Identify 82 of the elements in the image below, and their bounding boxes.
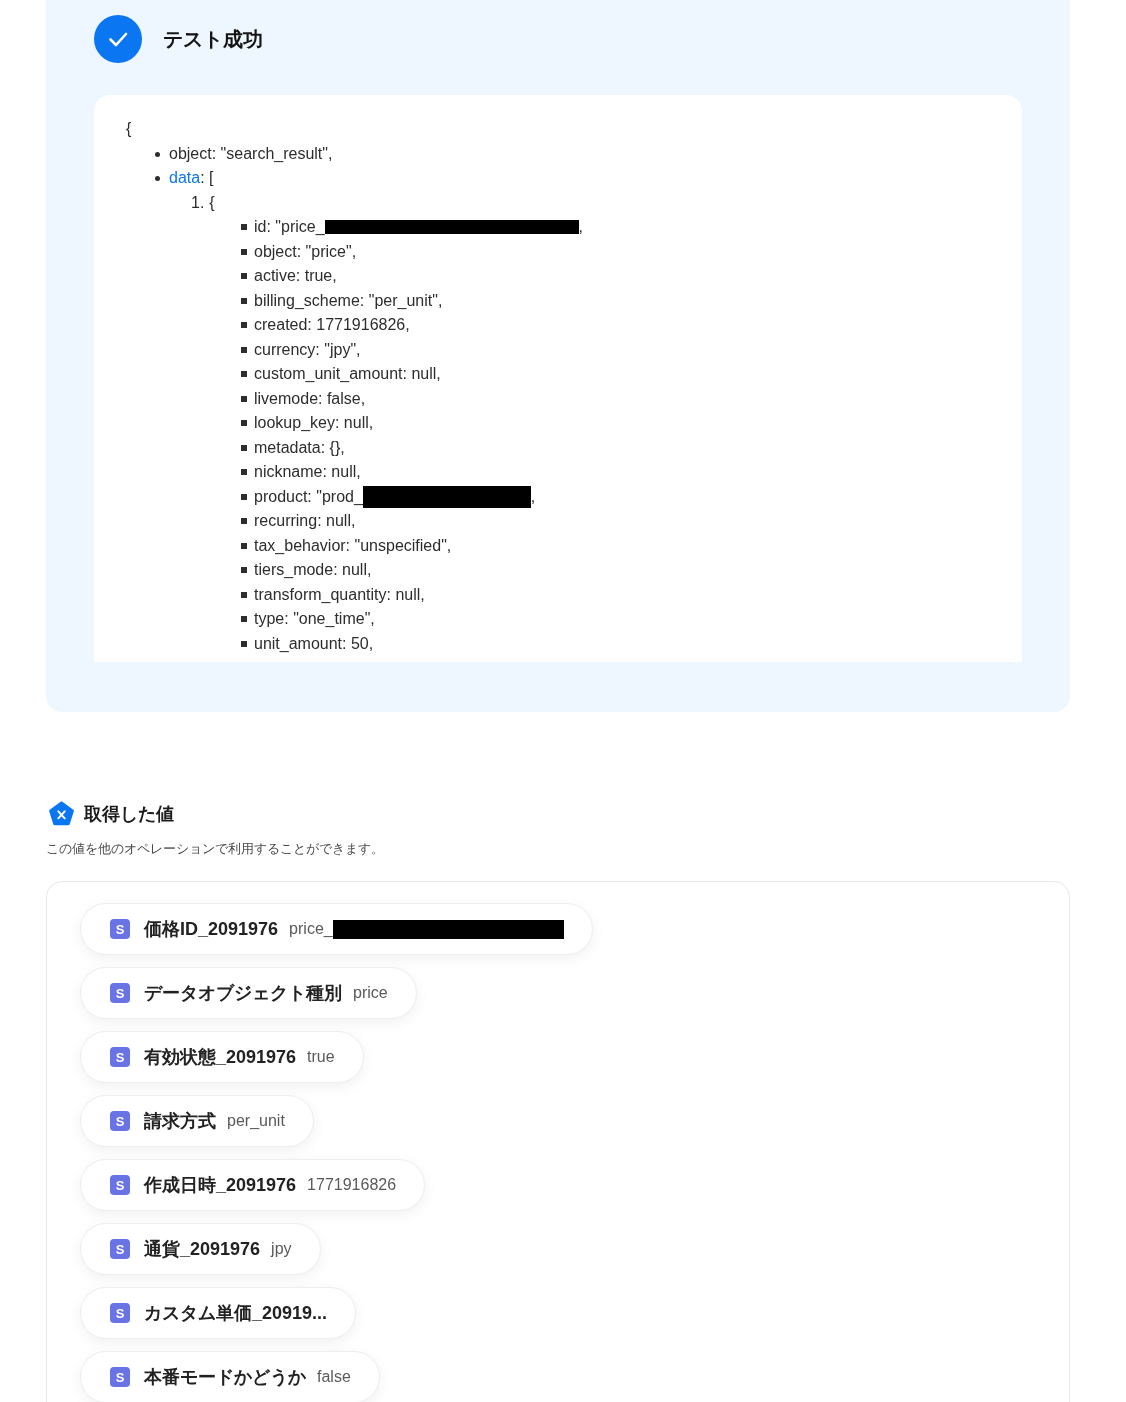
value-chip[interactable]: S 作成日時_2091976 1771916826 — [80, 1159, 426, 1211]
square-bullet-icon — [241, 469, 247, 475]
bullet-icon — [155, 151, 160, 157]
square-bullet-icon — [241, 297, 247, 304]
value-chip[interactable]: S 本番モードかどうか false — [80, 1351, 380, 1402]
code-line: tiers_mode: null, — [254, 560, 372, 580]
section-description: この値を他のオペレーションで利用することができます。 — [46, 840, 384, 858]
x-pentagon-icon — [48, 800, 75, 827]
service-badge: S — [110, 1239, 130, 1259]
value-chip[interactable]: S データオブジェクト種別 price — [80, 967, 417, 1019]
square-bullet-icon — [241, 640, 247, 647]
service-badge: S — [110, 1303, 130, 1323]
value-label: 価格ID_2091976 — [144, 918, 279, 941]
value-chip[interactable]: S カスタム単価_20919... — [80, 1287, 357, 1339]
code-line: data: [ — [169, 168, 214, 188]
value-chip[interactable]: S 請求方式 per_unit — [80, 1095, 314, 1147]
result-title: テスト成功 — [163, 27, 263, 52]
value-label: 作成日時_2091976 — [144, 1174, 297, 1197]
value-label: 請求方式 — [144, 1110, 216, 1133]
code-line: tax_behavior: "unspecified", — [254, 535, 452, 556]
value-text: false — [317, 1368, 351, 1386]
square-bullet-icon — [241, 444, 247, 451]
code-line: type: "one_time", — [254, 609, 375, 629]
check-circle-icon — [94, 15, 142, 63]
square-bullet-icon — [241, 567, 247, 573]
code-line: product: "prod_ — [254, 486, 363, 507]
section-title: 取得した値 — [84, 802, 174, 826]
code-line: id: "price_ — [254, 217, 325, 237]
value-label: 本番モードかどうか — [144, 1366, 306, 1389]
code-line: recurring: null, — [254, 511, 356, 531]
square-bullet-icon — [241, 322, 247, 328]
service-badge: S — [110, 983, 130, 1003]
code-line: , — [578, 217, 584, 237]
code-line: { — [126, 119, 132, 139]
value-text: 1771916826 — [307, 1176, 397, 1194]
code-line: object: "search_result", — [169, 143, 333, 164]
service-badge: S — [110, 1175, 130, 1195]
square-bullet-icon — [241, 493, 247, 500]
code-line: created: 1771916826, — [254, 315, 410, 335]
square-bullet-icon — [241, 616, 247, 622]
code-line: nickname: null, — [254, 462, 361, 482]
square-bullet-icon — [241, 224, 247, 230]
value-label: 通貨_2091976 — [144, 1238, 261, 1261]
service-badge: S — [110, 1047, 130, 1067]
service-badge: S — [110, 1367, 130, 1387]
square-bullet-icon — [241, 346, 247, 353]
code-line: livemode: false, — [254, 388, 366, 409]
square-bullet-icon — [241, 542, 247, 549]
code-line: transform_quantity: null, — [254, 584, 425, 605]
square-bullet-icon — [241, 273, 247, 279]
code-line: currency: "jpy", — [254, 339, 361, 360]
value-label: データオブジェクト種別 — [144, 982, 342, 1005]
bullet-icon — [155, 176, 160, 181]
value-text: price — [353, 984, 388, 1002]
value-chip[interactable]: S 価格ID_2091976 price_ — [80, 903, 593, 955]
code-line: , — [530, 486, 536, 507]
code-line: custom_unit_amount: null, — [254, 364, 441, 384]
key-link[interactable]: data — [169, 169, 201, 186]
square-bullet-icon — [241, 371, 247, 377]
square-bullet-icon — [241, 395, 247, 402]
code-line: unit_amount: 50, — [254, 633, 374, 654]
value-text: true — [307, 1048, 335, 1066]
service-badge: S — [110, 1111, 130, 1131]
code-line: { — [209, 192, 215, 213]
square-bullet-icon — [241, 248, 247, 255]
square-bullet-icon — [241, 420, 247, 426]
value-text: jpy — [271, 1240, 292, 1258]
value-label: カスタム単価_20919... — [144, 1302, 328, 1325]
square-bullet-icon — [241, 591, 247, 598]
value-chip[interactable]: S 通貨_2091976 jpy — [80, 1223, 321, 1275]
code-line: active: true, — [254, 266, 337, 286]
code-line: object: "price", — [254, 241, 357, 262]
list-number: 1. — [191, 192, 205, 213]
service-badge: S — [110, 919, 130, 939]
value-text: per_unit — [227, 1112, 285, 1130]
code-line: lookup_key: null, — [254, 413, 374, 433]
value-text: price_ — [289, 920, 333, 938]
value-chip[interactable]: S 有効状態_2091976 true — [80, 1031, 364, 1083]
code-line: metadata: {}, — [254, 437, 345, 458]
square-bullet-icon — [241, 518, 247, 524]
value-label: 有効状態_2091976 — [144, 1046, 297, 1069]
code-line: billing_scheme: "per_unit", — [254, 290, 443, 311]
